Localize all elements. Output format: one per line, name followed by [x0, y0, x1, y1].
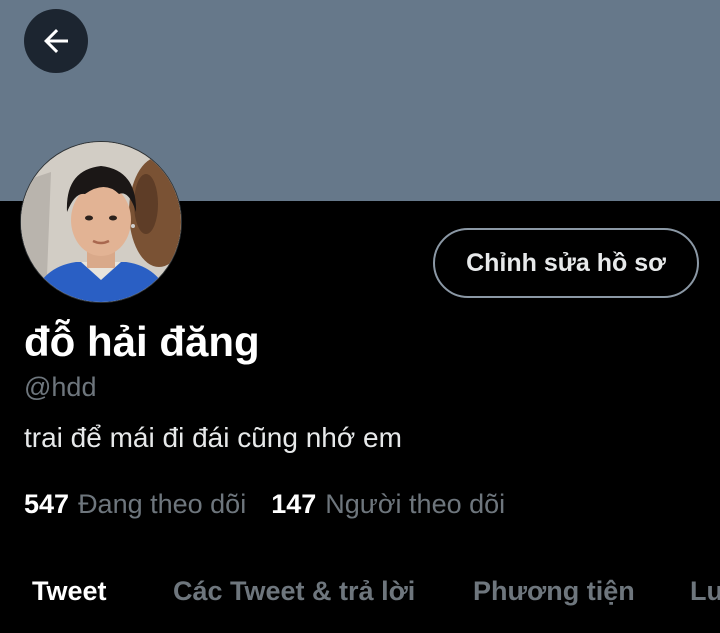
- followers-label: Người theo dõi: [325, 489, 506, 519]
- avatar[interactable]: [20, 141, 182, 303]
- followers-link[interactable]: 147 Người theo dõi: [271, 489, 505, 520]
- following-link[interactable]: 547 Đang theo dõi: [24, 489, 246, 520]
- arrow-left-icon: [44, 29, 68, 53]
- profile-photo-image: [21, 142, 181, 302]
- profile-tabs: Tweet Các Tweet & trả lời Phương tiện Lư…: [0, 566, 720, 633]
- profile-stats: 547 Đang theo dõi 147 Người theo dõi: [24, 489, 505, 520]
- profile-display-name: đỗ hải đăng: [24, 318, 260, 365]
- followers-count: 147: [271, 489, 317, 519]
- tab-tweets-replies[interactable]: Các Tweet & trả lời: [173, 576, 415, 607]
- profile-handle: @hdd: [24, 372, 97, 402]
- tab-tweets[interactable]: Tweet: [32, 576, 107, 607]
- back-button[interactable]: [24, 9, 88, 73]
- following-count: 547: [24, 489, 70, 519]
- following-label: Đang theo dõi: [78, 489, 247, 519]
- edit-profile-button[interactable]: Chỉnh sửa hồ sơ: [433, 228, 699, 298]
- tab-media[interactable]: Phương tiện: [473, 576, 635, 607]
- tab-likes[interactable]: Lượt thích: [690, 576, 720, 607]
- profile-bio: trai để mái đi đái cũng nhớ em: [24, 422, 402, 453]
